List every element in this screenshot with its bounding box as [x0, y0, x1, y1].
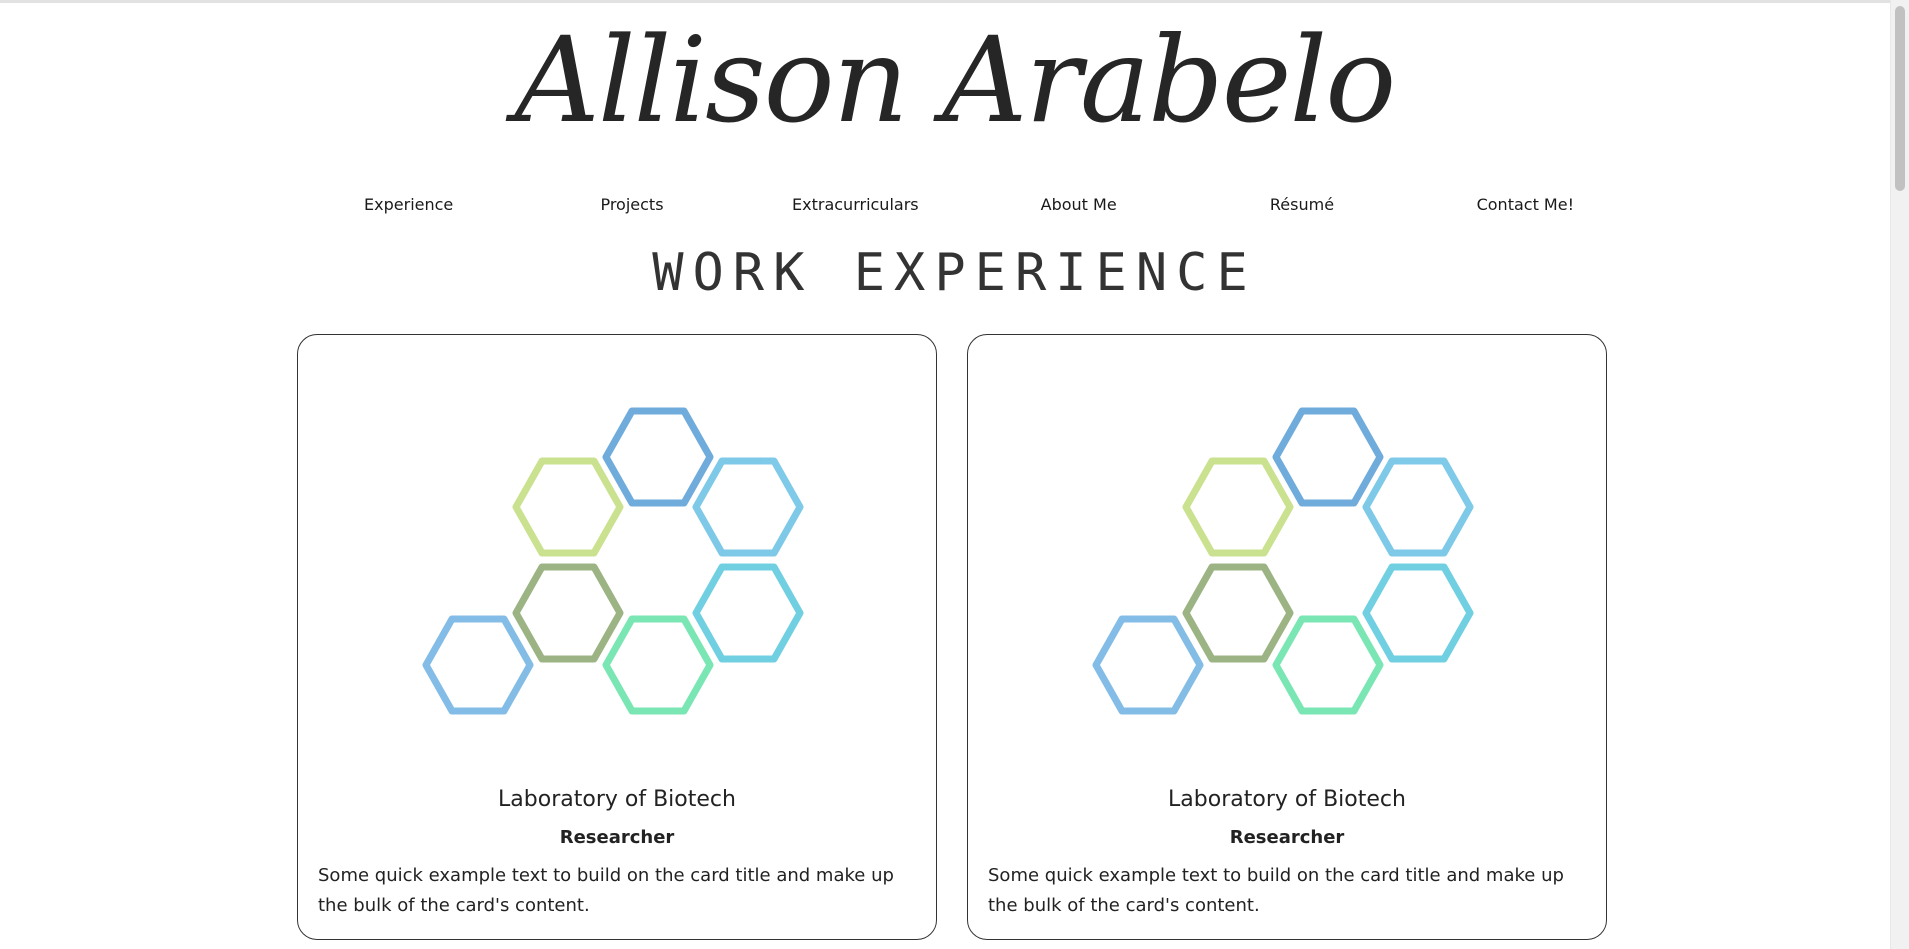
hexagon-blue: [602, 407, 714, 507]
card-title: Laboratory of Biotech: [498, 787, 736, 812]
card-image-svg: [422, 407, 804, 715]
hexagon-molecule-icon: [998, 349, 1578, 769]
page: Allison Arabelo Experience Projects Extr…: [0, 0, 1890, 949]
section-heading: WORK EXPERIENCE: [652, 243, 1257, 303]
hexagon-sky: [692, 457, 804, 557]
hexagon-mint: [602, 615, 714, 715]
hexagon-blue: [1272, 407, 1384, 507]
hexagon-teal: [1362, 563, 1474, 663]
nav-item-about-me[interactable]: About Me: [967, 190, 1190, 220]
hexagon-teal: [692, 563, 804, 663]
hexagon-light-blue: [1092, 615, 1204, 715]
hexagon-light-blue: [422, 615, 534, 715]
hexagon-molecule-icon: [328, 349, 908, 769]
hexagon-olive: [1182, 563, 1294, 663]
site-title[interactable]: Allison Arabelo: [0, 0, 1909, 160]
nav-item-experience[interactable]: Experience: [297, 190, 520, 220]
card-image-svg: [1092, 407, 1474, 715]
main-nav: Experience Projects Extracurriculars Abo…: [297, 190, 1637, 220]
nav-item-extracurriculars[interactable]: Extracurriculars: [744, 190, 967, 220]
card-title: Laboratory of Biotech: [1168, 787, 1406, 812]
hexagon-lime: [1182, 457, 1294, 557]
vertical-scrollbar[interactable]: [1890, 0, 1909, 949]
scrollbar-thumb[interactable]: [1895, 6, 1905, 191]
experience-card[interactable]: Laboratory of Biotech Researcher Some qu…: [967, 334, 1607, 940]
nav-item-contact-me[interactable]: Contact Me!: [1414, 190, 1637, 220]
card-subtitle: Researcher: [559, 827, 675, 848]
hexagon-sky: [1362, 457, 1474, 557]
hexagon-mint: [1272, 615, 1384, 715]
card-subtitle: Researcher: [1229, 827, 1345, 848]
hexagon-olive: [512, 563, 624, 663]
card-text: Some quick example text to build on the …: [988, 865, 1564, 916]
hexagon-lime: [512, 457, 624, 557]
nav-item-projects[interactable]: Projects: [520, 190, 743, 220]
card-text: Some quick example text to build on the …: [318, 865, 894, 916]
nav-item-resume[interactable]: Résumé: [1190, 190, 1413, 220]
experience-card[interactable]: Laboratory of Biotech Researcher Some qu…: [297, 334, 937, 940]
